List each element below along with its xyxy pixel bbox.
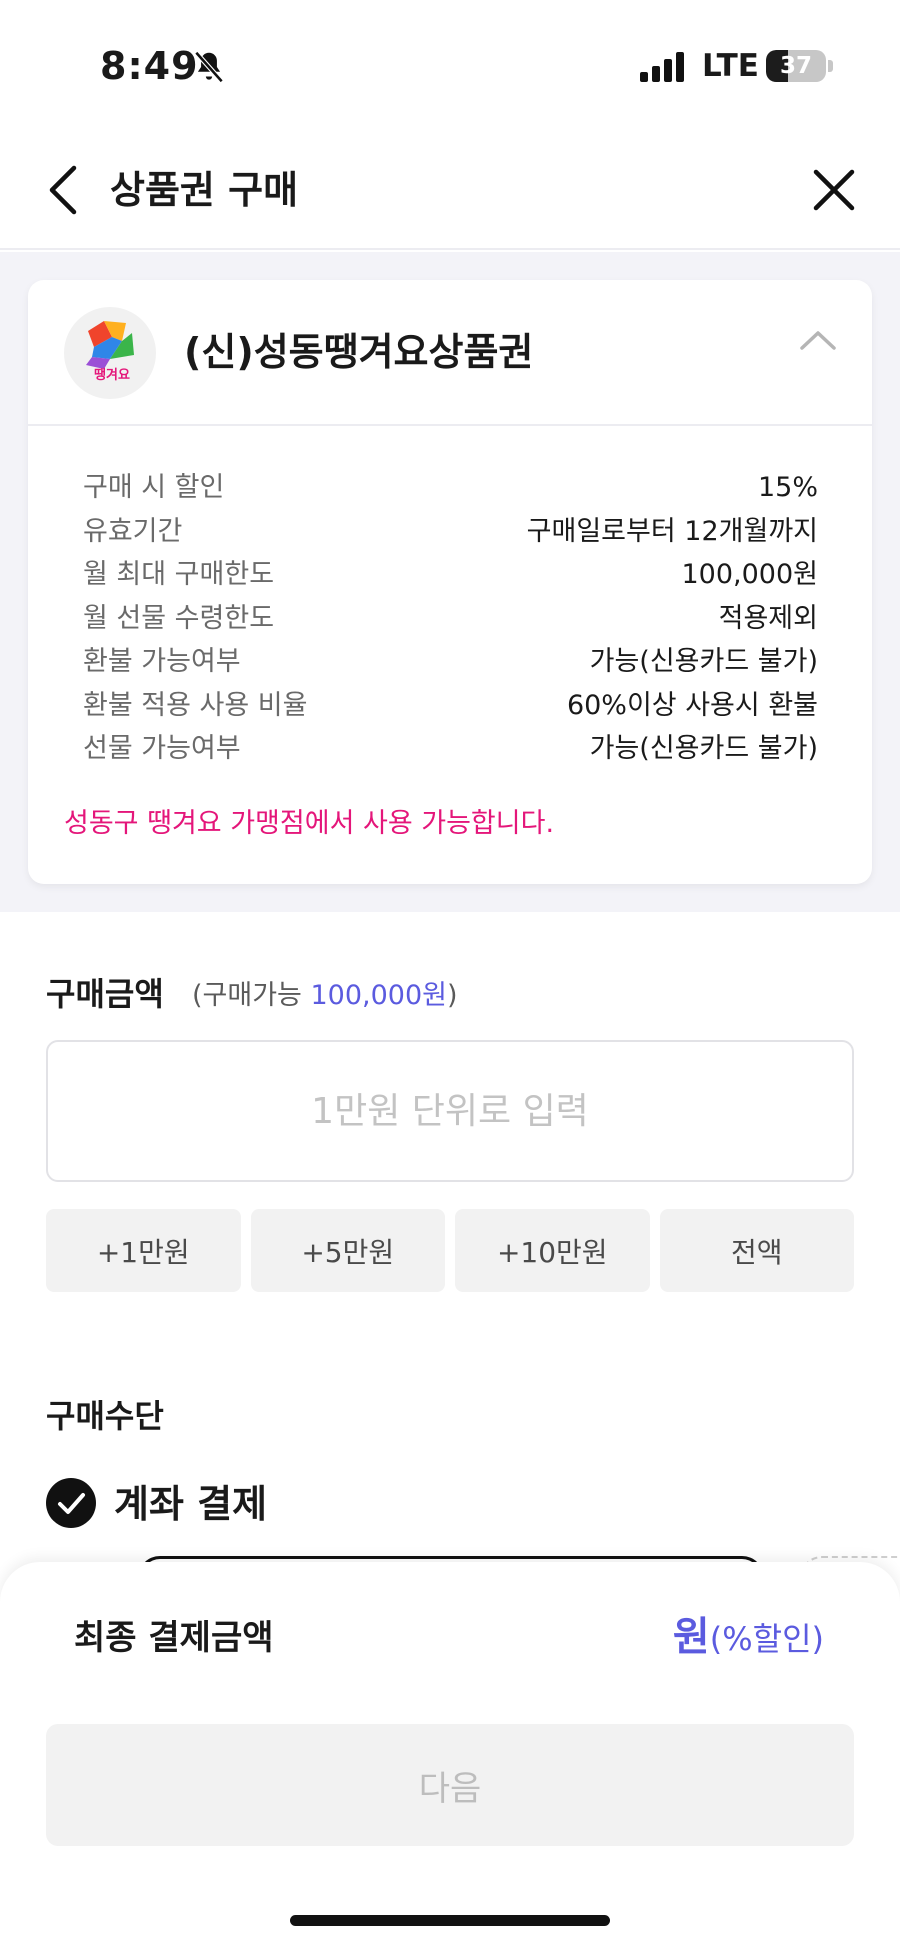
network-type: LTE <box>702 48 759 84</box>
final-amount-discount: (%할인) <box>709 1620 824 1658</box>
check-circle-icon[interactable] <box>46 1478 96 1528</box>
detail-value: 구매일로부터 12개월까지 <box>526 515 818 547</box>
voucher-detail-list: 구매 시 할인 15% 유효기간 구매일로부터 12개월까지 월 최대 구매한도… <box>83 466 818 771</box>
chevron-up-icon[interactable] <box>798 328 838 352</box>
purchase-available: (구매가능 100,000원) <box>192 976 458 1016</box>
payment-method-label: 계좌 결제 <box>114 1482 268 1526</box>
chevron-left-icon[interactable] <box>44 164 84 216</box>
voucher-card: 땡겨요 (신)성동땡겨요상품권 구매 시 할인 15% 유효기간 구매일로부터 … <box>28 280 872 884</box>
usage-note: 성동구 땡겨요 가맹점에서 사용 가능합니다. <box>64 808 555 839</box>
top-header: 상품권 구매 <box>0 130 900 250</box>
full-amount-button[interactable]: 전액 <box>659 1209 854 1292</box>
detail-label: 선물 가능여부 <box>83 733 241 764</box>
next-button[interactable]: 다음 <box>46 1724 854 1846</box>
detail-value: 가능(신용카드 불가) <box>589 733 818 764</box>
page-title: 상품권 구매 <box>110 168 299 212</box>
add-100000-button[interactable]: +10만원 <box>455 1209 650 1292</box>
detail-label: 환불 적용 사용 비율 <box>83 689 308 721</box>
payment-method-title: 구매수단 <box>46 1397 164 1435</box>
voucher-logo: 땡겨요 <box>64 307 156 399</box>
status-bar: 8:49 LTE 37 <box>0 0 900 130</box>
detail-label: 구매 시 할인 <box>83 472 225 503</box>
add-50000-button[interactable]: +5만원 <box>250 1209 445 1292</box>
add-10000-button[interactable]: +1만원 <box>46 1209 241 1292</box>
payment-summary-sheet: 최종 결제금액 원(%할인) 다음 <box>0 1562 900 1951</box>
available-amount: 100,000원 <box>310 980 447 1011</box>
purchase-amount-title: 구매금액 <box>46 975 164 1013</box>
detail-label: 월 선물 수령한도 <box>83 602 275 634</box>
detail-value: 15% <box>757 472 818 503</box>
logo-text: 땡겨요 <box>94 367 130 383</box>
status-time: 8:49 <box>100 44 199 88</box>
battery-percent: 37 <box>779 53 812 79</box>
detail-label: 월 최대 구매한도 <box>83 559 275 590</box>
purchase-amount-input[interactable] <box>46 1040 854 1182</box>
detail-label: 환불 가능여부 <box>83 646 241 677</box>
battery-cap <box>828 60 833 72</box>
detail-row-discount: 구매 시 할인 15% <box>83 466 818 510</box>
voucher-name: (신)성동땡겨요상품권 <box>184 330 534 374</box>
voucher-card-header[interactable]: 땡겨요 (신)성동땡겨요상품권 <box>28 280 872 426</box>
available-suffix: ) <box>446 980 458 1011</box>
quick-amount-buttons: +1만원 +5만원 +10만원 전액 <box>46 1209 854 1292</box>
detail-value: 가능(신용카드 불가) <box>589 646 818 677</box>
detail-value: 적용제외 <box>718 602 818 634</box>
close-icon[interactable] <box>812 168 856 212</box>
home-indicator <box>290 1915 610 1926</box>
detail-row-validity: 유효기간 구매일로부터 12개월까지 <box>83 510 818 554</box>
final-amount-label: 최종 결제금액 <box>74 1618 274 1658</box>
cellular-signal-icon <box>640 52 684 82</box>
detail-value: 100,000원 <box>681 559 819 590</box>
detail-row-refundable: 환불 가능여부 가능(신용카드 불가) <box>83 640 818 684</box>
detail-row-monthly-limit: 월 최대 구매한도 100,000원 <box>83 553 818 597</box>
battery-icon: 37 <box>766 50 826 82</box>
detail-value: 60%이상 사용시 환불 <box>566 689 818 721</box>
detail-row-gift-receive-limit: 월 선물 수령한도 적용제외 <box>83 597 818 641</box>
voucher-info-section: 땡겨요 (신)성동땡겨요상품권 구매 시 할인 15% 유효기간 구매일로부터 … <box>0 252 900 912</box>
detail-row-refund-ratio: 환불 적용 사용 비율 60%이상 사용시 환불 <box>83 684 818 728</box>
final-amount-unit: 원 <box>672 1614 710 1660</box>
bell-slash-icon <box>194 51 224 83</box>
final-amount-value: 원(%할인) <box>673 1610 824 1672</box>
detail-label: 유효기간 <box>83 515 183 547</box>
detail-row-giftable: 선물 가능여부 가능(신용카드 불가) <box>83 727 818 771</box>
available-prefix: (구매가능 <box>192 980 311 1011</box>
